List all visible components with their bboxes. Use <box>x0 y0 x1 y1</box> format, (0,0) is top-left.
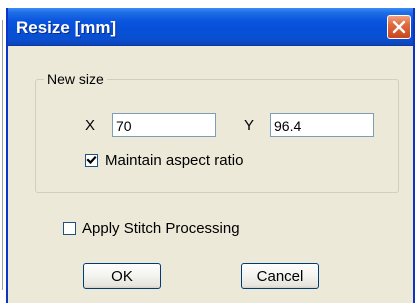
background-edge <box>2 20 3 290</box>
close-icon <box>392 20 406 34</box>
y-size-input[interactable] <box>270 113 374 137</box>
resize-dialog: Resize [mm] New size X Y Maintain aspect… <box>6 8 415 303</box>
cancel-button[interactable]: Cancel <box>241 263 319 289</box>
apply-stitch-label[interactable]: Apply Stitch Processing <box>82 220 240 237</box>
title-bar[interactable]: Resize [mm] <box>8 8 413 46</box>
ok-button[interactable]: OK <box>83 263 161 289</box>
x-label: X <box>85 117 96 134</box>
new-size-group-label: New size <box>44 71 107 87</box>
dialog-title: Resize [mm] <box>16 18 117 37</box>
maintain-aspect-label[interactable]: Maintain aspect ratio <box>105 152 243 169</box>
apply-stitch-checkbox[interactable] <box>63 222 76 235</box>
close-button[interactable] <box>387 15 411 39</box>
checkmark-icon <box>86 155 97 165</box>
x-size-input[interactable] <box>112 113 216 137</box>
maintain-aspect-checkbox[interactable] <box>85 154 98 167</box>
y-label: Y <box>244 117 255 134</box>
